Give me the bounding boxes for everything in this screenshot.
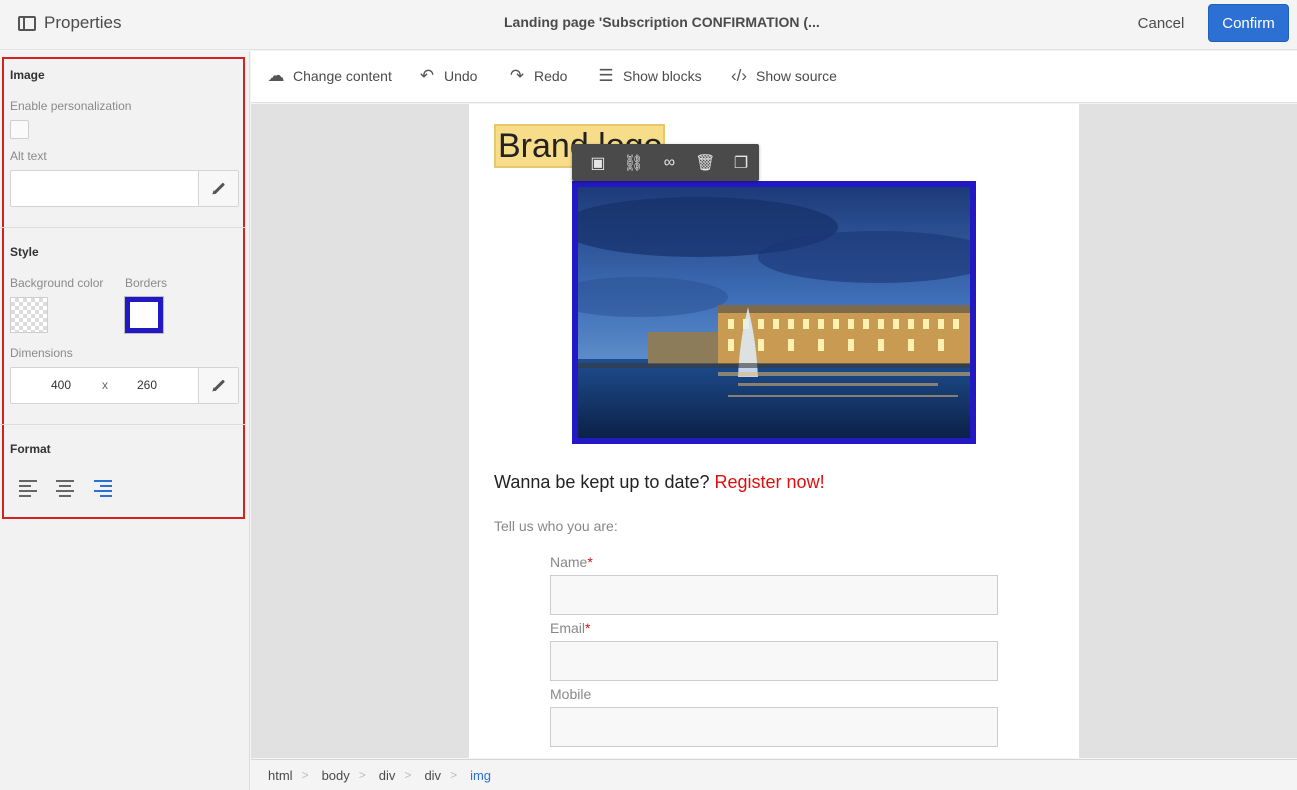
headline: Wanna be kept up to date? Register now! bbox=[494, 472, 825, 493]
alt-text-field[interactable] bbox=[10, 170, 239, 207]
style-section-title: Style bbox=[10, 245, 39, 259]
breadcrumb: html > body > div > div > img bbox=[251, 759, 1297, 790]
register-link[interactable]: Register now! bbox=[715, 472, 825, 492]
borders-swatch[interactable] bbox=[125, 297, 163, 333]
palace-photo bbox=[578, 187, 970, 438]
pencil-icon bbox=[212, 379, 225, 392]
editor-canvas: Brand logo bbox=[251, 104, 1297, 758]
creative-cloud-icon[interactable]: ∞ bbox=[652, 154, 688, 172]
image-icon[interactable]: ▣ bbox=[580, 153, 616, 173]
intro-text: Tell us who you are: bbox=[494, 518, 618, 534]
breadcrumb-div[interactable]: div bbox=[424, 768, 441, 783]
undo-label: Undo bbox=[444, 68, 478, 84]
editor-toolbar: ☁ Change content ↶ Undo ↷ Redo ☰ Show bl… bbox=[251, 51, 1297, 103]
selected-image[interactable] bbox=[572, 181, 976, 444]
align-left-icon[interactable] bbox=[19, 480, 39, 500]
change-content-label: Change content bbox=[293, 68, 392, 84]
properties-panel: Image Enable personalization Alt text St… bbox=[0, 51, 250, 790]
undo-icon: ↶ bbox=[419, 66, 435, 85]
width-value[interactable]: 400 bbox=[51, 378, 71, 392]
cancel-button[interactable]: Cancel bbox=[1127, 8, 1195, 38]
trash-icon[interactable]: 🗑 bbox=[687, 153, 723, 173]
divider bbox=[0, 424, 245, 425]
breadcrumb-html[interactable]: html bbox=[268, 768, 293, 783]
dimensions-label: Dimensions bbox=[10, 346, 73, 360]
image-toolbar: ▣ ⛓ ∞ 🗑 ❐ bbox=[572, 144, 759, 181]
panel-icon bbox=[18, 15, 36, 31]
mobile-label: Mobile bbox=[550, 686, 592, 702]
divider bbox=[0, 227, 245, 228]
background-color-label: Background color bbox=[10, 276, 104, 290]
breadcrumb-div[interactable]: div bbox=[379, 768, 396, 783]
redo-button[interactable]: ↷ Redo bbox=[508, 66, 568, 85]
document-title: Landing page 'Subscription CONFIRMATION … bbox=[504, 14, 820, 30]
breadcrumb-separator: > bbox=[404, 768, 412, 782]
change-content-button[interactable]: ☁ Change content bbox=[267, 66, 392, 85]
align-right-icon[interactable] bbox=[94, 480, 114, 500]
breadcrumb-separator: > bbox=[358, 768, 366, 782]
format-section-title: Format bbox=[10, 442, 51, 456]
dimensions-edit-button[interactable] bbox=[198, 368, 238, 403]
breadcrumb-img[interactable]: img bbox=[470, 768, 491, 783]
cloud-upload-icon: ☁ bbox=[267, 66, 285, 85]
code-icon: ‹/› bbox=[730, 66, 748, 85]
undo-button[interactable]: ↶ Undo bbox=[418, 66, 478, 85]
blocks-icon: ☰ bbox=[598, 66, 614, 85]
height-value[interactable]: 260 bbox=[137, 378, 157, 392]
email-label: Email* bbox=[550, 620, 591, 636]
name-label: Name* bbox=[550, 554, 593, 570]
redo-icon: ↷ bbox=[509, 66, 525, 85]
show-source-button[interactable]: ‹/› Show source bbox=[730, 66, 837, 85]
mobile-input[interactable] bbox=[550, 707, 998, 747]
top-bar: Properties Landing page 'Subscription CO… bbox=[0, 0, 1297, 50]
properties-toggle[interactable]: Properties bbox=[18, 13, 121, 33]
alt-text-label: Alt text bbox=[10, 149, 47, 163]
background-color-swatch[interactable] bbox=[10, 297, 48, 333]
enable-personalization-checkbox[interactable] bbox=[10, 120, 29, 139]
enable-personalization-label: Enable personalization bbox=[10, 99, 132, 113]
name-input[interactable] bbox=[550, 575, 998, 615]
confirm-button[interactable]: Confirm bbox=[1208, 4, 1289, 42]
breadcrumb-separator: > bbox=[301, 768, 309, 782]
email-input[interactable] bbox=[550, 641, 998, 681]
borders-label: Borders bbox=[125, 276, 168, 290]
show-source-label: Show source bbox=[756, 68, 837, 84]
link-icon[interactable]: ⛓ bbox=[616, 153, 652, 173]
dimensions-field[interactable]: 400 x 260 bbox=[10, 367, 239, 404]
redo-label: Redo bbox=[534, 68, 568, 84]
image-section-title: Image bbox=[10, 68, 45, 82]
align-center-icon[interactable] bbox=[56, 480, 76, 500]
show-blocks-label: Show blocks bbox=[623, 68, 702, 84]
breadcrumb-separator: > bbox=[450, 768, 458, 782]
alt-text-edit-button[interactable] bbox=[198, 171, 238, 206]
properties-title: Properties bbox=[44, 13, 122, 32]
show-blocks-button[interactable]: ☰ Show blocks bbox=[597, 66, 702, 85]
breadcrumb-body[interactable]: body bbox=[322, 768, 350, 783]
pencil-icon bbox=[212, 182, 225, 195]
headline-text: Wanna be kept up to date? bbox=[494, 472, 710, 492]
dimension-separator: x bbox=[102, 378, 108, 392]
landing-page: Brand logo bbox=[469, 104, 1079, 758]
copy-icon[interactable]: ❐ bbox=[723, 153, 759, 173]
